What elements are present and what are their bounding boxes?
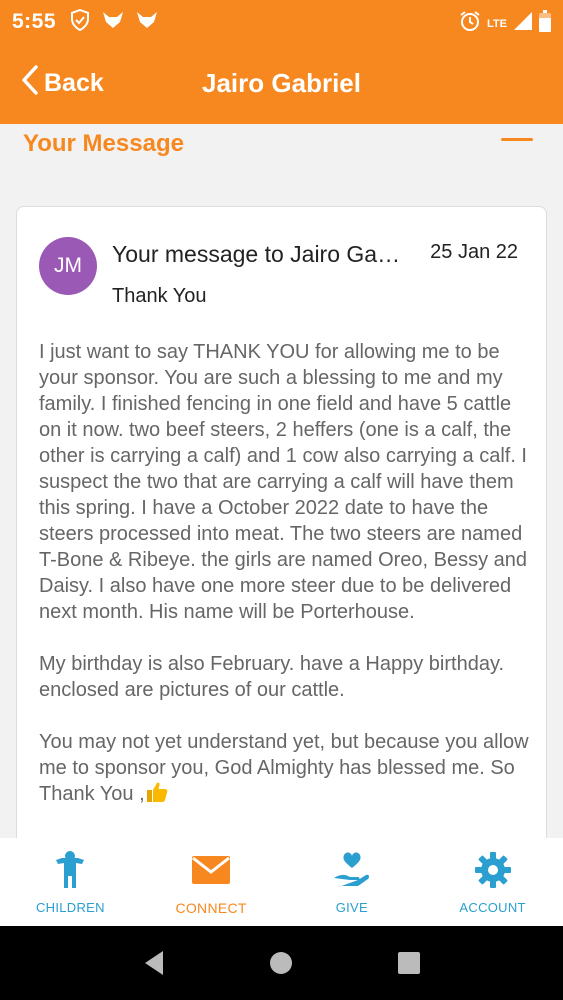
tab-account[interactable]: ACCOUNT xyxy=(422,838,563,926)
child-icon xyxy=(52,850,88,890)
nav-recents-button[interactable] xyxy=(384,938,434,988)
tab-label: ACCOUNT xyxy=(459,900,526,915)
tab-children[interactable]: CHILDREN xyxy=(0,838,141,926)
section-title: Your Message xyxy=(23,130,184,157)
nav-home-button[interactable] xyxy=(256,938,306,988)
section-header: Your Message xyxy=(0,124,563,184)
signal-icon xyxy=(513,11,533,34)
triangle-back-icon xyxy=(144,951,163,975)
system-nav-bar xyxy=(0,926,563,1000)
tab-label: GIVE xyxy=(335,900,368,915)
fox-icon xyxy=(102,11,124,34)
message-paragraph: You may not yet understand yet, but beca… xyxy=(39,729,533,807)
give-hand-icon xyxy=(332,850,372,890)
tab-connect[interactable]: CONNECT xyxy=(141,838,282,926)
gear-icon xyxy=(474,850,512,890)
network-label: LTE xyxy=(487,17,507,30)
avatar: JM xyxy=(39,237,97,295)
battery-icon xyxy=(539,9,551,35)
collapse-button[interactable] xyxy=(501,138,533,141)
message-paragraph: My birthday is also February. have a Hap… xyxy=(39,653,505,701)
bottom-tab-bar: CHILDREN CONNECT GIVE ACCOUNT xyxy=(0,838,563,926)
app-bar: Back Jairo Gabriel xyxy=(0,44,563,124)
tab-label: CHILDREN xyxy=(35,900,105,915)
alarm-icon xyxy=(459,10,481,35)
message-body: I just want to say THANK YOU for allowin… xyxy=(39,339,533,833)
message-card: JM Your message to Jairo Gabriel 25 Jan … xyxy=(16,206,547,866)
envelope-icon xyxy=(191,850,231,890)
status-time: 5:55 xyxy=(12,10,57,33)
status-bar: 5:55 LTE xyxy=(0,0,563,44)
page-title: Jairo Gabriel xyxy=(202,68,361,98)
fox-icon xyxy=(136,11,158,34)
tab-give[interactable]: GIVE xyxy=(282,838,423,926)
message-paragraph-text: You may not yet understand yet, but beca… xyxy=(39,731,529,805)
message-subject: Your message to Jairo Gabriel xyxy=(112,241,407,267)
thumbs-up-icon xyxy=(145,781,169,807)
message-date: 25 Jan 22 xyxy=(430,241,518,263)
tab-label: CONNECT xyxy=(175,900,247,916)
circle-home-icon xyxy=(270,952,293,974)
square-recents-icon xyxy=(398,952,421,974)
message-paragraph: I just want to say THANK YOU for allowin… xyxy=(39,341,528,623)
nav-back-button[interactable] xyxy=(129,938,179,988)
shield-icon xyxy=(70,8,90,36)
message-title: Thank You xyxy=(112,285,207,307)
